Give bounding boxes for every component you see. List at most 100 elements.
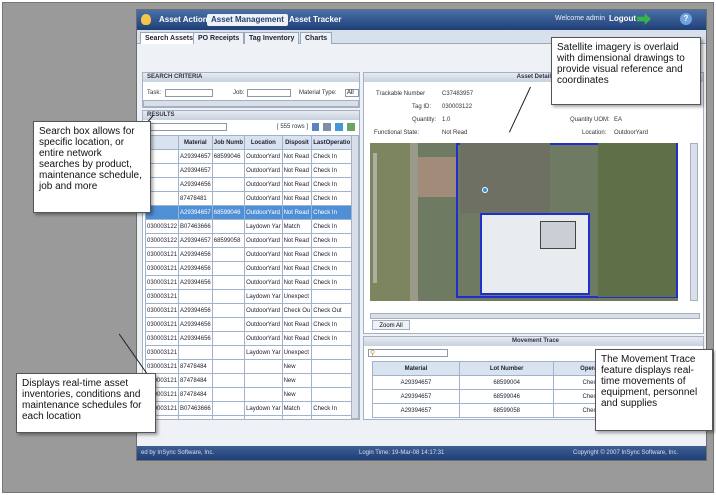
map-zoom-slider[interactable]	[373, 153, 377, 283]
table-row[interactable]: 030003121 Laydown Yar Unexpect	[145, 345, 351, 360]
table-cell: Not Read	[281, 177, 313, 192]
task-input[interactable]	[165, 89, 213, 97]
nav-asset-management[interactable]: Asset Management	[207, 14, 288, 26]
results-v-scrollbar[interactable]	[351, 135, 359, 419]
location-label: Location:	[582, 130, 607, 136]
print-icon[interactable]	[323, 123, 331, 131]
callout-searchbox: Search box allows for specific location,…	[33, 121, 151, 213]
search-h-scrollbar[interactable]	[143, 100, 359, 107]
results-header-row: Material Job Numb Location Disposit LastOper…	[145, 135, 351, 150]
table-cell: Unexpect	[281, 289, 313, 304]
table-row[interactable]: 030003121 A29394656 OutdoorYard Check Ou Che…	[145, 303, 351, 318]
table-cell: 030003121	[145, 247, 180, 262]
table-cell	[211, 219, 246, 234]
callout-movement: The Movement Trace feature displays real…	[595, 349, 713, 431]
table-row[interactable]: A29394657 68599046 OutdoorYard Not Read Chec…	[145, 205, 351, 220]
map-h-scrollbar[interactable]	[370, 313, 700, 319]
table-cell	[211, 331, 246, 346]
table-cell: Not Read	[281, 261, 313, 276]
satellite-map[interactable]	[370, 143, 678, 301]
results-col-header[interactable]: Job Numb	[211, 135, 246, 150]
welcome-text: Welcome admin	[555, 15, 606, 22]
footer-powered-by: ed by InSync Software, Inc.	[141, 450, 215, 456]
logout-arrow-icon[interactable]	[637, 13, 651, 25]
table-cell	[211, 415, 246, 419]
table-row[interactable]: 030003121 A29394656 OutdoorYard Not Read Che…	[145, 275, 351, 290]
table-cell: A29394657	[178, 233, 213, 248]
movement-search-input[interactable]	[368, 349, 448, 357]
table-row[interactable]: A29394657 OutdoorYard Not Read Check In	[145, 163, 351, 178]
table-cell: OutdoorYard	[244, 149, 283, 164]
table-cell: 87478481	[178, 191, 213, 206]
export-icon[interactable]	[335, 123, 343, 131]
table-cell: A29394657	[178, 163, 213, 178]
map-marker-icon[interactable]	[482, 187, 488, 193]
table-row[interactable]: 030003121 87478484 New	[145, 359, 351, 374]
nav-asset-tracker[interactable]: Asset Tracker	[285, 14, 345, 26]
table-row[interactable]: 030003121 Laydown Yar Unexpect	[145, 289, 351, 304]
tab-search-assets[interactable]: Search Assets	[140, 32, 198, 44]
table-row[interactable]: 030003121 87478484 New	[145, 373, 351, 388]
table-cell	[211, 247, 246, 262]
job-label: Job:	[233, 90, 245, 96]
table-row[interactable]: 1A2939465768599046OutdoorYardNot ReadChe…	[145, 149, 351, 164]
table-row[interactable]: 030003121 A29394656 OutdoorYard Not Read Che…	[145, 317, 351, 332]
table-cell: Not Read	[281, 163, 313, 178]
table-row[interactable]: 030003121 87478484 New	[145, 387, 351, 402]
tab-tag-inventory[interactable]: Tag Inventory	[244, 32, 300, 44]
table-row[interactable]: 030003121 A29394656 OutdoorYard Not Read Che…	[145, 331, 351, 346]
zoom-all-tab[interactable]: Zoom All	[372, 320, 410, 330]
table-cell	[244, 387, 283, 402]
refresh-icon[interactable]	[347, 123, 355, 131]
tab-po-receipts[interactable]: PO Receipts	[193, 32, 245, 44]
table-cell: Laydown Yar	[244, 289, 283, 304]
results-col-header[interactable]: Location	[244, 135, 283, 150]
table-cell: Check In	[311, 149, 351, 164]
table-cell: 030003121	[145, 331, 180, 346]
logout-link[interactable]: Logout	[609, 14, 636, 23]
table-cell	[311, 359, 351, 374]
material-type-select[interactable]: All	[345, 89, 359, 97]
results-col-header[interactable]: LastOperatio	[311, 135, 351, 150]
location-value: OutdoorYard	[614, 130, 648, 136]
table-cell: 87478484	[178, 387, 213, 402]
table-cell: 68599004	[458, 375, 555, 390]
table-cell	[211, 275, 246, 290]
table-row[interactable]: 030003122 B07463666 Laydown Yar Match Check …	[145, 219, 351, 234]
table-cell: New	[281, 387, 313, 402]
table-row[interactable]: A29394656 OutdoorYard Not Read Check In	[145, 177, 351, 192]
table-row[interactable]: 030003122 A29394657 68599058 OutdoorYard Not…	[145, 233, 351, 248]
table-row[interactable]: 030003121 B07463666 Laydown Yar Match Check …	[145, 401, 351, 416]
table-row[interactable]: 030003121 A29394656 OutdoorYard Not Read Che…	[145, 247, 351, 262]
table-row[interactable]: 030003121 A29394656 OutdoorYard Not Read Che…	[145, 261, 351, 276]
map-v-scrollbar[interactable]	[690, 143, 698, 301]
table-cell: OutdoorYard	[244, 247, 283, 262]
table-cell: A29394656	[178, 317, 213, 332]
trackable-number-label: Trackable Number	[376, 91, 426, 97]
results-col-header[interactable]: Material	[178, 135, 213, 150]
table-row[interactable]: 87478481 OutdoorYard Not Read Check In	[145, 191, 351, 206]
table-cell	[311, 345, 351, 360]
table-cell: Not Read	[281, 149, 313, 164]
top-nav-bar: Asset Action Asset Management Asset Trac…	[137, 10, 706, 30]
movement-col-header[interactable]: Material	[372, 361, 460, 376]
table-cell: Check In	[311, 191, 351, 206]
table-cell: Not Read	[281, 205, 313, 220]
search-criteria-panel: SEARCH CRITERIA Task: Job: Material Type…	[142, 72, 360, 108]
results-search-input[interactable]	[147, 123, 227, 131]
results-col-header[interactable]: Disposit	[281, 135, 313, 150]
functional-state-value: Not Read	[442, 130, 468, 136]
table-row[interactable]: 030003121A29394656Laydown YarNot ReadChe…	[145, 415, 351, 419]
movement-col-header[interactable]: Lot Number	[458, 361, 555, 376]
sort-icon[interactable]	[312, 123, 319, 131]
table-cell: Not Read	[281, 415, 313, 419]
quantity-uom-value: EA	[614, 117, 623, 123]
help-icon[interactable]: ?	[680, 13, 692, 25]
table-cell: A29394656	[178, 177, 213, 192]
callout-realtime: Displays real-time asset inventories, co…	[16, 373, 156, 433]
tab-charts[interactable]: Charts	[300, 32, 333, 44]
nav-asset-action[interactable]: Asset Action	[155, 14, 212, 26]
job-input[interactable]	[247, 89, 291, 97]
map-road	[410, 143, 418, 301]
table-cell: 030003121	[145, 359, 180, 374]
